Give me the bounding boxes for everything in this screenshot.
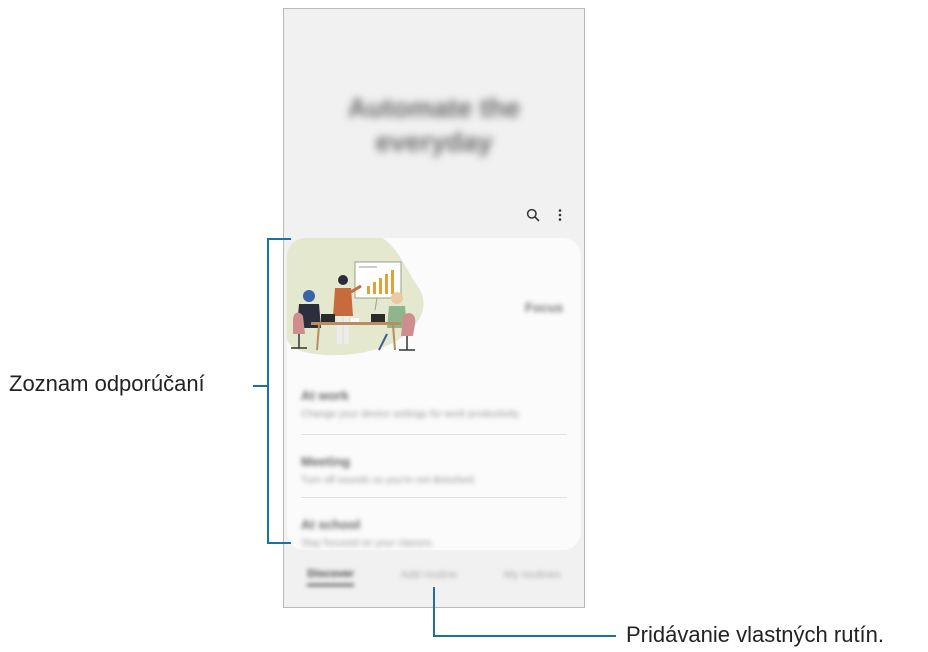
focus-link[interactable]: Focus bbox=[525, 300, 563, 315]
search-icon[interactable] bbox=[523, 205, 543, 225]
work-meeting-illustration bbox=[287, 238, 424, 356]
divider bbox=[301, 497, 567, 498]
add-routine-leader-horizontal bbox=[433, 635, 616, 637]
recommendation-list-label: Zoznam odporúčaní bbox=[9, 371, 205, 396]
recommendation-description: Stay focused on your classes. bbox=[301, 538, 434, 549]
recommendation-list-bracket-top bbox=[267, 238, 291, 240]
recommendation-list-bracket-bottom bbox=[267, 542, 291, 544]
tab-add-routine[interactable]: Add routine bbox=[401, 569, 457, 585]
recommendation-title: Meeting bbox=[301, 454, 351, 469]
recommendation-list-leader bbox=[253, 385, 267, 387]
add-custom-routines-label: Pridávanie vlastných rutín. bbox=[626, 622, 885, 647]
hero-title: Automate the everyday bbox=[284, 91, 584, 159]
tab-my-routines[interactable]: My routines bbox=[504, 569, 561, 585]
add-routine-leader-vertical bbox=[433, 587, 435, 637]
more-options-icon[interactable] bbox=[550, 205, 570, 225]
recommendation-item-meeting[interactable]: Meeting Turn off sounds so you're not di… bbox=[301, 454, 567, 486]
recommendation-item-at-school[interactable]: At school Stay focused on your classes. bbox=[301, 517, 567, 549]
hero-title-line-1: Automate the bbox=[347, 93, 521, 123]
recommendation-list-bracket bbox=[267, 238, 269, 544]
hero-title-line-2: everyday bbox=[375, 127, 493, 157]
recommendation-description: Turn off sounds so you're not disturbed. bbox=[301, 475, 477, 486]
recommendation-item-at-work[interactable]: At work Change your device settings for … bbox=[301, 388, 567, 420]
recommendation-card: Focus At work Change your device setting… bbox=[287, 238, 581, 550]
phone-screen: Automate the everyday Focus At work Chan… bbox=[283, 8, 585, 608]
tab-discover[interactable]: Discover bbox=[307, 568, 354, 586]
recommendation-description: Change your device settings for work pro… bbox=[301, 409, 521, 420]
recommendation-title: At school bbox=[301, 517, 361, 532]
recommendation-title: At work bbox=[301, 388, 349, 403]
divider bbox=[301, 434, 567, 435]
